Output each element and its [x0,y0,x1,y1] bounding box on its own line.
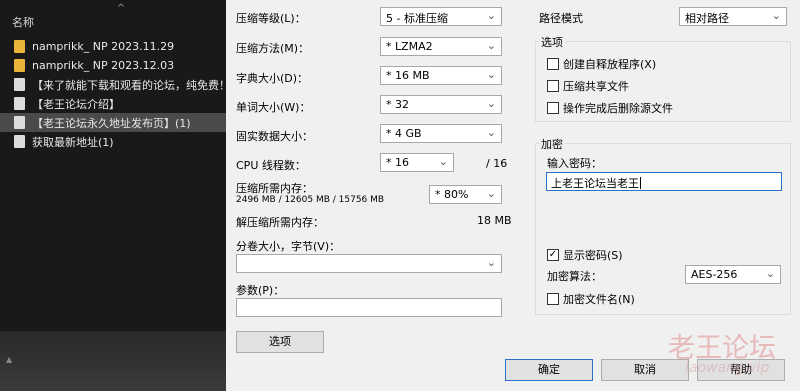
checkbox-box [547,80,559,92]
ok-button[interactable]: 确定 [505,359,593,381]
file-icon [14,78,25,91]
word-size-value: * 32 [386,98,409,111]
list-item-label: 【老王论坛永久地址发布页】(1) [32,116,191,130]
chevron-down-icon: ⌄ [765,267,775,280]
check-icon: ✓ [547,249,559,261]
chevron-down-icon: ⌄ [486,39,496,52]
folder-icon [14,59,25,72]
memory-usage-label: 压缩所需内存： [236,182,313,195]
word-size-select[interactable]: * 32 ⌄ [380,95,502,114]
memory-usage-select[interactable]: * 80% ⌄ [429,185,502,204]
password-label: 输入密码： [547,157,602,170]
compression-method-label: 压缩方法(M)： [236,42,310,55]
chevron-down-icon: ⌄ [486,97,496,110]
list-item-label: 获取最新地址(1) [32,135,114,149]
list-item[interactable]: 获取最新地址(1) [0,132,226,151]
list-item-label: namprikk_ NP 2023.12.03 [32,59,175,72]
solid-block-size-value: * 4 GB [386,127,422,140]
options-group-title: 选项 [539,34,565,50]
list-item-label: namprikk_ NP 2023.11.29 [32,40,175,53]
compress-shared-checkbox[interactable]: 压缩共享文件 [547,78,629,94]
split-volume-select[interactable]: ⌄ [236,254,502,273]
options-button[interactable]: 选项 [236,331,324,353]
create-sfx-label: 创建自释放程序(X) [563,58,657,71]
password-value: 上老王论坛当老王 [551,177,639,190]
file-icon [14,135,25,148]
chevron-down-icon: ⌄ [486,256,496,269]
create-sfx-checkbox[interactable]: 创建自释放程序(X) [547,56,656,72]
dictionary-size-value: * 16 MB [386,69,430,82]
parameters-label: 参数(P)： [236,284,285,297]
text-caret [640,177,641,189]
chevron-down-icon: ⌄ [486,126,496,139]
chevron-down-icon: ⌄ [486,187,496,200]
folder-icon [14,40,25,53]
list-item-label: 【来了就能下载和观看的论坛，纯免费！... [32,78,226,92]
show-password-label: 显示密码(S) [563,249,623,262]
word-size-label: 单词大小(W)： [236,101,311,114]
column-header-name[interactable]: 名称 [12,14,34,30]
delete-after-checkbox[interactable]: 操作完成后删除源文件 [547,100,673,116]
watermark-url: laowang.vip [685,360,770,376]
list-item-label: 【老王论坛介绍】 [32,97,120,111]
explorer-header: ^ 名称 [0,0,226,30]
compress-shared-label: 压缩共享文件 [563,80,629,93]
compression-method-select[interactable]: * LZMA2 ⌄ [380,37,502,56]
encryption-method-label: 加密算法： [547,270,602,283]
checkbox-box [547,102,559,114]
solid-block-size-select[interactable]: * 4 GB ⌄ [380,124,502,143]
dictionary-size-label: 字典大小(D)： [236,72,309,85]
cpu-threads-select[interactable]: * 16 ⌄ [380,153,454,172]
delete-after-label: 操作完成后删除源文件 [563,102,673,115]
memory-usage-value: * 80% [435,188,469,201]
compression-level-select[interactable]: 5 - 标准压缩 ⌄ [380,7,502,26]
path-mode-label: 路径模式 [539,12,583,25]
list-item[interactable]: 【来了就能下载和观看的论坛，纯免费！... [0,75,226,94]
parameters-input[interactable] [236,298,502,317]
chevron-down-icon: ⌄ [486,68,496,81]
encryption-group-title: 加密 [539,136,565,152]
chevron-down-icon: ⌄ [771,9,781,22]
file-icon [14,116,25,129]
compression-level-value: 5 - 标准压缩 [386,12,448,25]
path-mode-select[interactable]: 相对路径 ⌄ [679,7,787,26]
list-item[interactable]: 【老王论坛介绍】 [0,94,226,113]
encryption-method-value: AES-256 [691,268,738,281]
checkbox-box [547,293,559,305]
file-list: namprikk_ NP 2023.11.29 namprikk_ NP 202… [0,37,226,151]
checkbox-box [547,58,559,70]
path-mode-value: 相对路径 [685,12,729,25]
password-input[interactable]: 上老王论坛当老王 [546,172,782,191]
chevron-down-icon: ⌄ [486,9,496,22]
explorer-footer-background [0,331,226,391]
encrypt-names-checkbox[interactable]: 加密文件名(N) [547,291,635,307]
solid-block-size-label: 固实数据大小： [236,130,313,143]
encrypt-names-label: 加密文件名(N) [563,293,635,306]
scroll-up-icon[interactable]: ▲ [6,355,12,364]
list-item-selected[interactable]: 【老王论坛永久地址发布页】(1) [0,113,226,132]
compression-level-label: 压缩等级(L)： [236,12,306,25]
list-item[interactable]: namprikk_ NP 2023.12.03 [0,56,226,75]
show-password-checkbox[interactable]: ✓ 显示密码(S) [547,247,623,263]
decompression-memory-label: 解压缩所需内存： [236,216,324,229]
list-item[interactable]: namprikk_ NP 2023.11.29 [0,37,226,56]
cpu-threads-total: / 16 [486,157,508,170]
memory-usage-detail: 2496 MB / 12605 MB / 15756 MB [236,195,385,205]
decompression-memory-value: 18 MB [477,214,512,227]
collapse-icon[interactable]: ^ [114,4,128,14]
split-volume-label: 分卷大小，字节(V)： [236,240,341,253]
cpu-threads-value: * 16 [386,156,409,169]
compression-method-value: * LZMA2 [386,40,433,53]
dictionary-size-select[interactable]: * 16 MB ⌄ [380,66,502,85]
file-explorer-panel: ^ 名称 namprikk_ NP 2023.11.29 namprikk_ N… [0,0,226,391]
file-icon [14,97,25,110]
chevron-down-icon: ⌄ [438,155,448,168]
cpu-threads-label: CPU 线程数： [236,159,306,172]
encryption-method-select[interactable]: AES-256 ⌄ [685,265,781,284]
